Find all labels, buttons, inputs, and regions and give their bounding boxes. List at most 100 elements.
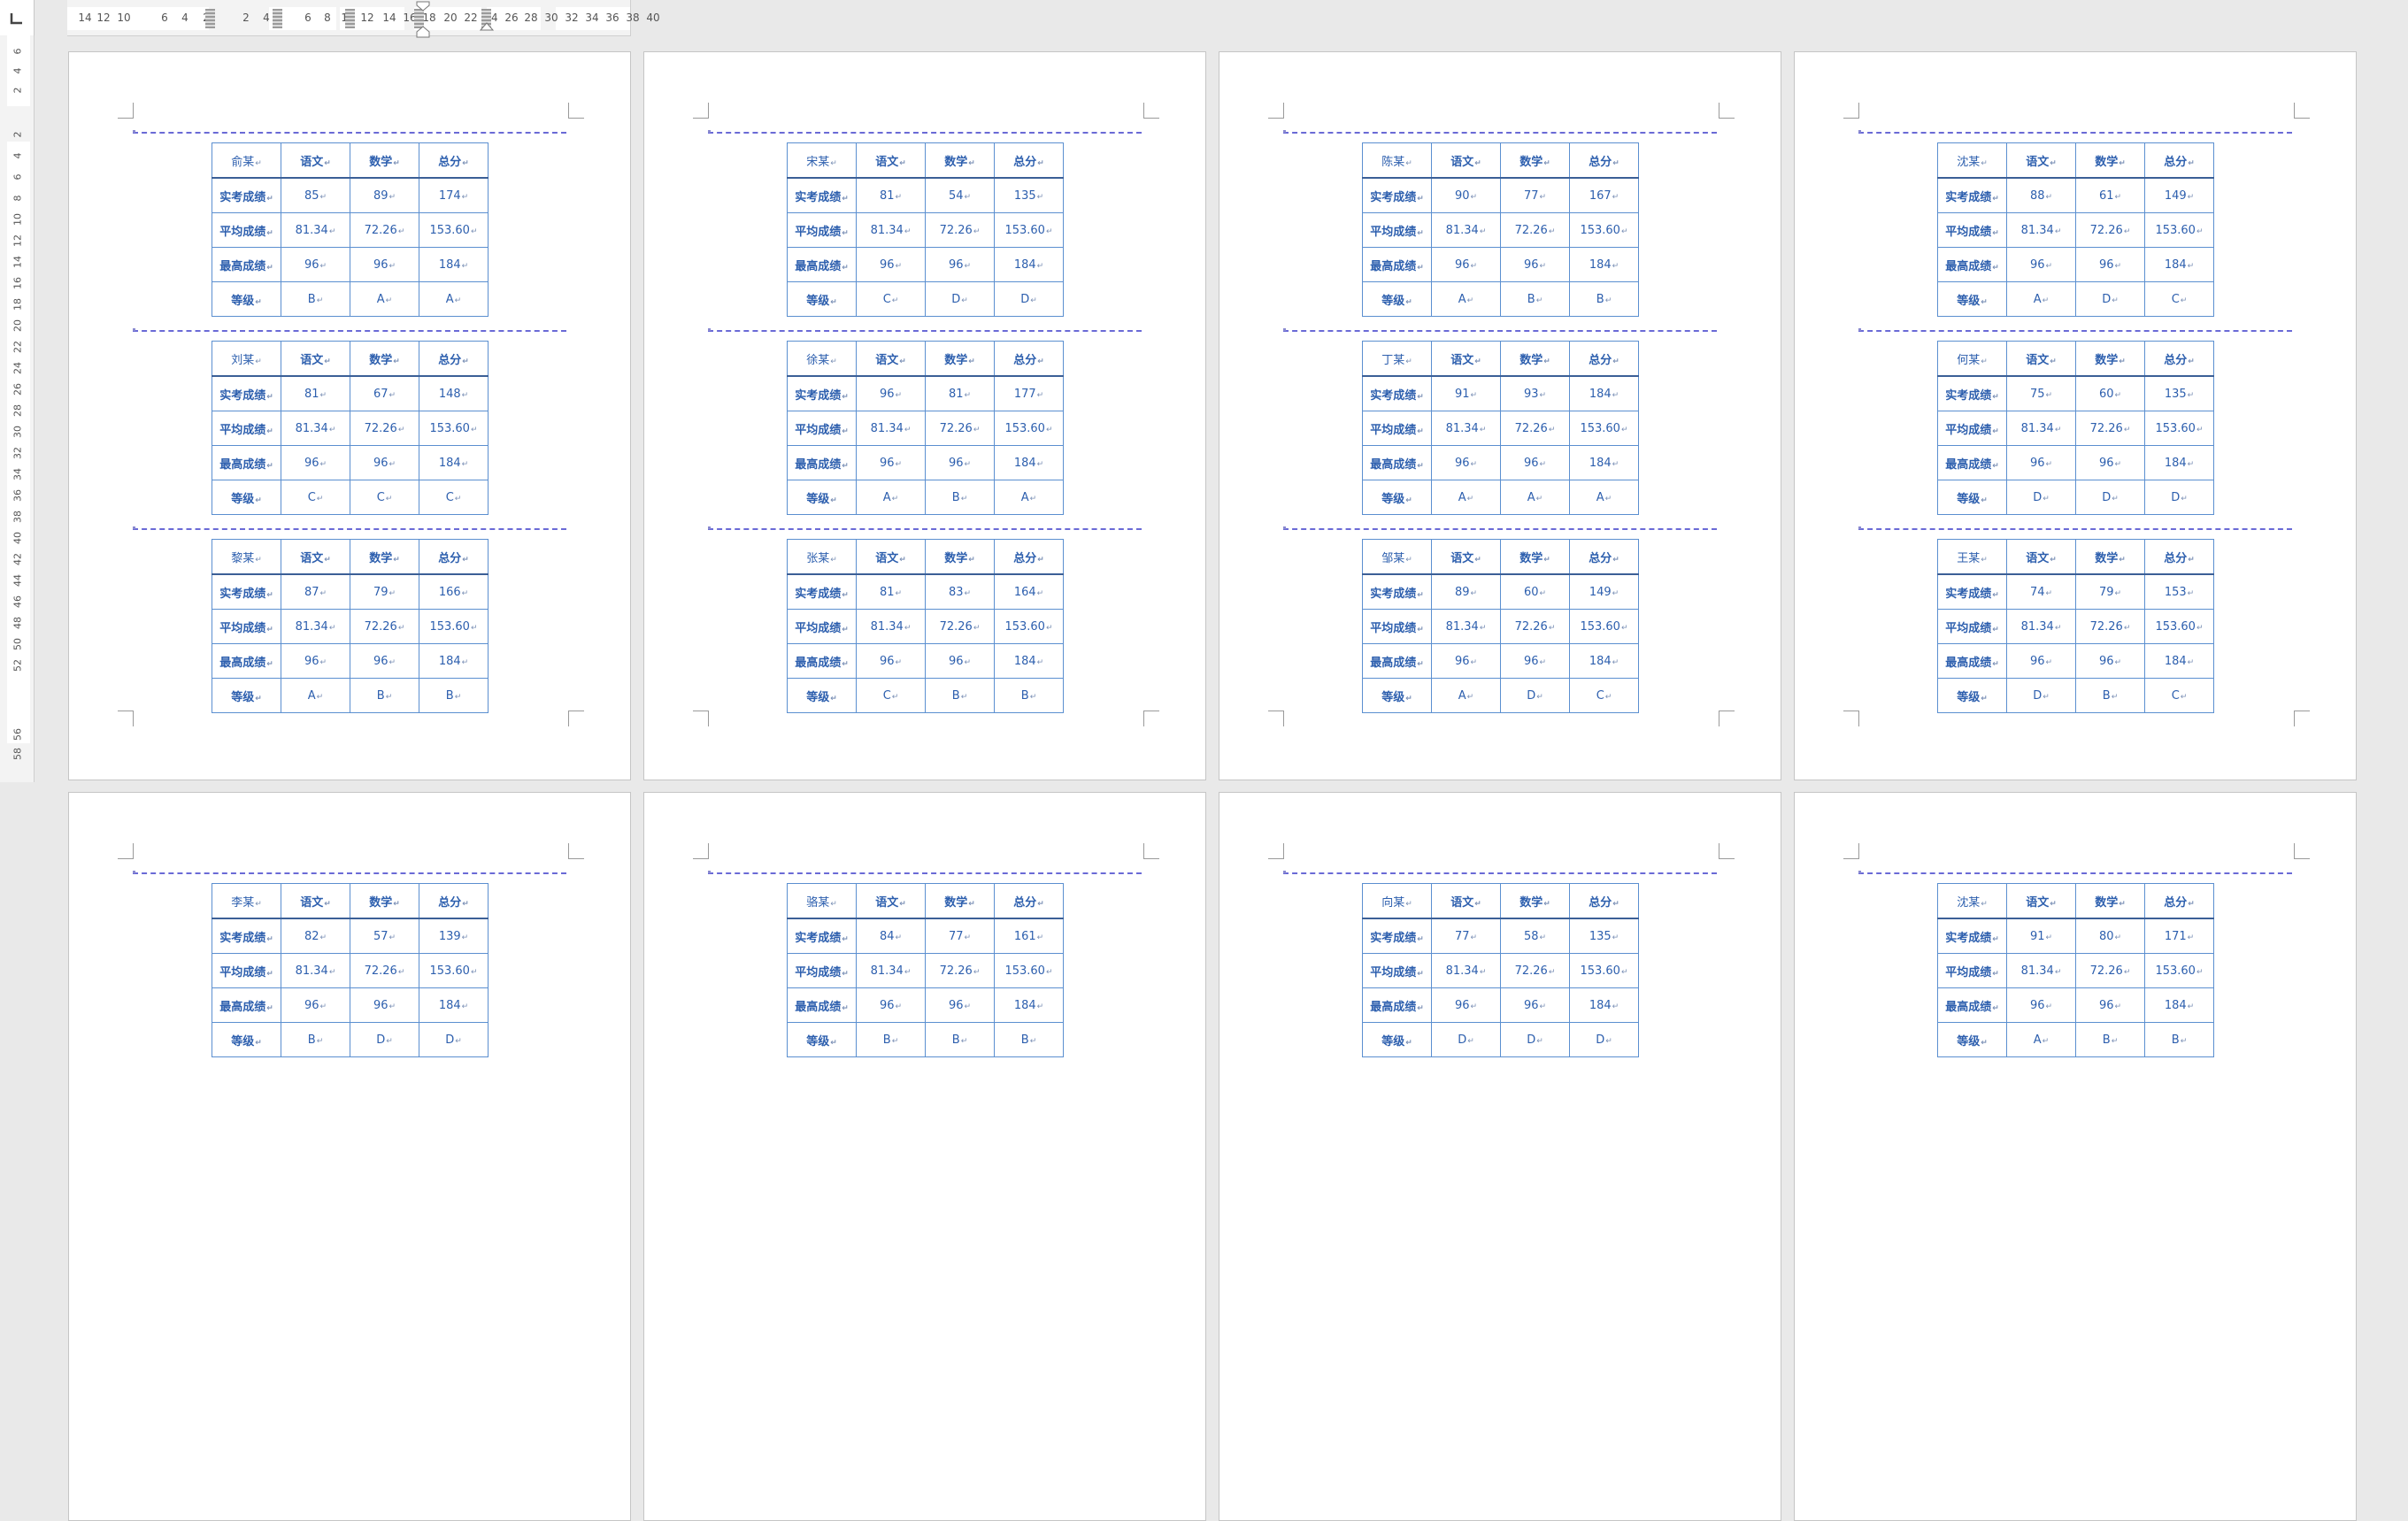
table-cell[interactable]: 96↵: [1500, 445, 1570, 480]
table-cell[interactable]: B↵: [1500, 281, 1570, 317]
row-header-cell[interactable]: 平均成绩↵: [1362, 953, 1432, 988]
table-cell[interactable]: 总分↵: [1569, 341, 1639, 377]
row-header-cell[interactable]: 最高成绩↵: [1937, 643, 2007, 679]
table-cell[interactable]: 72.26↵: [2075, 411, 2145, 446]
row-header-cell[interactable]: 邹某↵: [1362, 539, 1432, 575]
table-cell[interactable]: 96↵: [1431, 643, 1501, 679]
table-cell[interactable]: 81.34↵: [281, 609, 350, 644]
table-cell[interactable]: 91↵: [2006, 918, 2076, 954]
table-cell[interactable]: A↵: [994, 480, 1064, 515]
table-cell[interactable]: A↵: [856, 480, 926, 515]
table-cell[interactable]: 72.26↵: [2075, 212, 2145, 248]
table-cell[interactable]: 语文↵: [2006, 142, 2076, 179]
row-header-cell[interactable]: 等级↵: [787, 480, 857, 515]
row-header-cell[interactable]: 等级↵: [212, 678, 281, 713]
table-cell[interactable]: 153.60↵: [1569, 411, 1639, 446]
table-cell[interactable]: 93↵: [1500, 375, 1570, 411]
table-cell[interactable]: 184↵: [994, 643, 1064, 679]
row-header-cell[interactable]: 最高成绩↵: [1937, 987, 2007, 1023]
table-cell[interactable]: 184↵: [1569, 445, 1639, 480]
table-cell[interactable]: 184↵: [419, 643, 489, 679]
table-cell[interactable]: 81↵: [856, 573, 926, 610]
table-cell[interactable]: 96↵: [1500, 987, 1570, 1023]
table-cell[interactable]: 81.34↵: [1431, 953, 1501, 988]
row-header-cell[interactable]: 等级↵: [1937, 480, 2007, 515]
table-cell[interactable]: 81↵: [925, 375, 995, 411]
table-cell[interactable]: 96↵: [281, 987, 350, 1023]
row-header-cell[interactable]: 俞某↵: [212, 142, 281, 179]
table-cell[interactable]: 数学↵: [2075, 539, 2145, 575]
table-cell[interactable]: 语文↵: [856, 341, 926, 377]
table-cell[interactable]: B↵: [350, 678, 419, 713]
table-cell[interactable]: 总分↵: [994, 341, 1064, 377]
table-cell[interactable]: B↵: [1569, 281, 1639, 317]
table-cell[interactable]: 总分↵: [2144, 142, 2214, 179]
table-cell[interactable]: 77↵: [925, 918, 995, 954]
row-header-cell[interactable]: 平均成绩↵: [1937, 609, 2007, 644]
table-cell[interactable]: 84↵: [856, 918, 926, 954]
table-cell[interactable]: 79↵: [2075, 573, 2145, 610]
row-header-cell[interactable]: 张某↵: [787, 539, 857, 575]
table-cell[interactable]: B↵: [281, 1022, 350, 1057]
table-cell[interactable]: 153↵: [2144, 573, 2214, 610]
table-cell[interactable]: 语文↵: [1431, 539, 1501, 575]
table-cell[interactable]: B↵: [2075, 1022, 2145, 1057]
table-cell[interactable]: D↵: [1500, 678, 1570, 713]
row-header-cell[interactable]: 实考成绩↵: [787, 177, 857, 213]
table-cell[interactable]: 数学↵: [1500, 883, 1570, 919]
table-cell[interactable]: 96↵: [856, 247, 926, 282]
row-header-cell[interactable]: 等级↵: [212, 281, 281, 317]
row-header-cell[interactable]: 最高成绩↵: [787, 247, 857, 282]
table-cell[interactable]: A↵: [2006, 281, 2076, 317]
row-header-cell[interactable]: 宋某↵: [787, 142, 857, 179]
table-cell[interactable]: 153.60↵: [419, 212, 489, 248]
table-cell[interactable]: A↵: [2006, 1022, 2076, 1057]
table-cell[interactable]: 153.60↵: [994, 609, 1064, 644]
row-header-cell[interactable]: 等级↵: [1362, 281, 1432, 317]
row-header-cell[interactable]: 最高成绩↵: [212, 643, 281, 679]
table-cell[interactable]: B↵: [994, 678, 1064, 713]
table-cell[interactable]: 184↵: [1569, 987, 1639, 1023]
table-cell[interactable]: 153.60↵: [994, 212, 1064, 248]
right-indent-marker-icon[interactable]: [478, 4, 496, 35]
table-cell[interactable]: 72.26↵: [1500, 212, 1570, 248]
table-cell[interactable]: D↵: [2006, 678, 2076, 713]
table-cell[interactable]: 96↵: [1431, 247, 1501, 282]
table-cell[interactable]: 96↵: [2006, 445, 2076, 480]
table-cell[interactable]: 153.60↵: [2144, 609, 2214, 644]
row-header-cell[interactable]: 平均成绩↵: [212, 609, 281, 644]
row-header-cell[interactable]: 实考成绩↵: [787, 573, 857, 610]
table-cell[interactable]: 72.26↵: [925, 411, 995, 446]
table-cell[interactable]: 96↵: [856, 987, 926, 1023]
table-cell[interactable]: A↵: [350, 281, 419, 317]
row-header-cell[interactable]: 平均成绩↵: [1362, 411, 1432, 446]
row-header-cell[interactable]: 等级↵: [212, 480, 281, 515]
table-cell[interactable]: 数学↵: [350, 883, 419, 919]
table-cell[interactable]: 77↵: [1431, 918, 1501, 954]
row-header-cell[interactable]: 最高成绩↵: [212, 247, 281, 282]
row-header-cell[interactable]: 向某↵: [1362, 883, 1432, 919]
table-cell[interactable]: A↵: [1500, 480, 1570, 515]
table-cell[interactable]: 数学↵: [350, 142, 419, 179]
table-cell[interactable]: 91↵: [1431, 375, 1501, 411]
table-cell[interactable]: D↵: [350, 1022, 419, 1057]
score-card-table[interactable]: 刘某↵ 语文↵ 数学↵ 总分↵ 实考成绩↵ 81↵ 67↵ 148↵ 平均成绩↵ 81.34↵ 72…: [212, 341, 489, 515]
table-cell[interactable]: 96↵: [2075, 643, 2145, 679]
row-header-cell[interactable]: 丁某↵: [1362, 341, 1432, 377]
score-card-table[interactable]: 沈某↵ 语文↵ 数学↵ 总分↵ 实考成绩↵ 91↵ 80↵ 171↵ 平均成绩↵ 81.34↵ 72…: [1937, 883, 2214, 1057]
table-cell[interactable]: 81.34↵: [856, 212, 926, 248]
table-cell[interactable]: 87↵: [281, 573, 350, 610]
row-header-cell[interactable]: 实考成绩↵: [787, 918, 857, 954]
table-cell[interactable]: 数学↵: [2075, 142, 2145, 179]
table-cell[interactable]: 总分↵: [1569, 142, 1639, 179]
table-cell[interactable]: 语文↵: [2006, 341, 2076, 377]
table-cell[interactable]: 164↵: [994, 573, 1064, 610]
table-cell[interactable]: 82↵: [281, 918, 350, 954]
table-cell[interactable]: A↵: [281, 678, 350, 713]
table-cell[interactable]: 96↵: [2006, 247, 2076, 282]
document-page[interactable]: 沈某↵ 语文↵ 数学↵ 总分↵ 实考成绩↵ 88↵ 61↵ 149↵ 平均成绩↵ 81.34↵ 72…: [1794, 51, 2357, 780]
ruler-margin-marker[interactable]: [345, 9, 355, 28]
table-cell[interactable]: 96↵: [350, 247, 419, 282]
row-header-cell[interactable]: 实考成绩↵: [1937, 375, 2007, 411]
row-header-cell[interactable]: 实考成绩↵: [212, 375, 281, 411]
